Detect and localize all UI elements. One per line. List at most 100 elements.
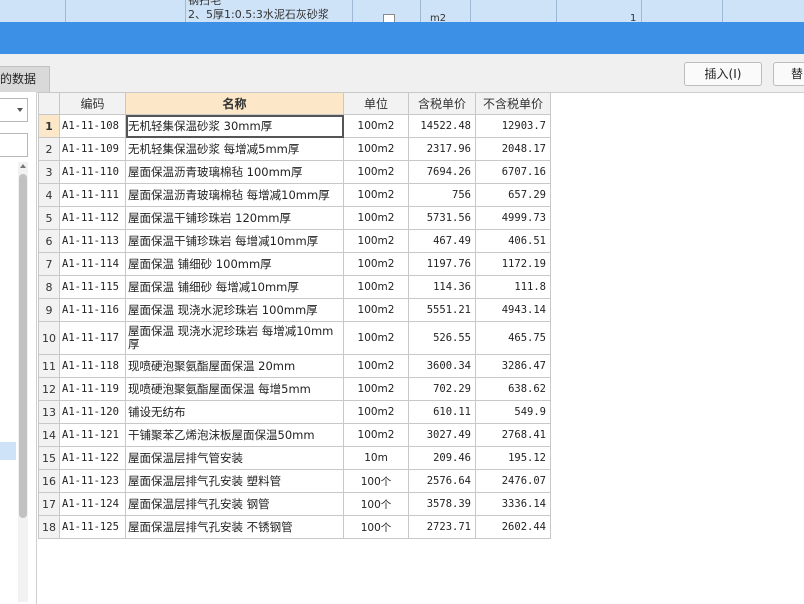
row-number[interactable]: 1 — [38, 114, 60, 138]
cell-price-tax[interactable]: 114.36 — [408, 275, 476, 299]
row-number[interactable]: 12 — [38, 377, 60, 401]
table-row[interactable]: 3 A1-11-110 屋面保温沥青玻璃棉毡 100mm厚 100m2 7694.26 6… — [38, 160, 551, 184]
cell-unit[interactable]: 100m2 — [343, 183, 409, 207]
cell-price-tax[interactable]: 7694.26 — [408, 160, 476, 184]
cell-price-tax[interactable]: 2723.71 — [408, 515, 476, 539]
cell-price-notax[interactable]: 1172.19 — [475, 252, 551, 276]
table-row[interactable]: 5 A1-11-112 屋面保温干铺珍珠岩 120mm厚 100m2 5731.56 49… — [38, 206, 551, 230]
table-row[interactable]: 6 A1-11-113 屋面保温干铺珍珠岩 每增减10mm厚 100m2 467.49 4… — [38, 229, 551, 253]
row-number[interactable]: 4 — [38, 183, 60, 207]
table-row[interactable]: 15 A1-11-122 屋面保温层排气管安装 10m 209.46 195.12 — [38, 446, 551, 470]
cell-unit[interactable]: 100m2 — [343, 321, 409, 355]
cell-price-notax[interactable]: 111.8 — [475, 275, 551, 299]
cell-unit[interactable]: 100m2 — [343, 354, 409, 378]
cell-code[interactable]: A1-11-111 — [59, 183, 126, 207]
cell-code[interactable]: A1-11-118 — [59, 354, 126, 378]
table-row[interactable]: 17 A1-11-124 屋面保温层排气孔安装 钢管 100个 3578.39 3336.… — [38, 492, 551, 516]
cell-unit[interactable]: 100m2 — [343, 160, 409, 184]
table-row[interactable]: 4 A1-11-111 屋面保温沥青玻璃棉毡 每增减10mm厚 100m2 756 657… — [38, 183, 551, 207]
cell-price-notax[interactable]: 12903.7 — [475, 114, 551, 138]
cell-price-tax[interactable]: 5551.21 — [408, 298, 476, 322]
row-number[interactable]: 17 — [38, 492, 60, 516]
cell-name[interactable]: 屋面保温层排气孔安装 钢管 — [125, 492, 344, 516]
cell-code[interactable]: A1-11-112 — [59, 206, 126, 230]
cell-code[interactable]: A1-11-119 — [59, 377, 126, 401]
cell-price-notax[interactable]: 406.51 — [475, 229, 551, 253]
row-number[interactable]: 3 — [38, 160, 60, 184]
table-row[interactable]: 11 A1-11-118 现喷硬泡聚氨酯屋面保温 20mm 100m2 3600.34 3… — [38, 354, 551, 378]
search-input[interactable] — [0, 133, 28, 157]
row-number[interactable]: 10 — [38, 321, 60, 355]
cell-code[interactable]: A1-11-121 — [59, 423, 126, 447]
cell-price-notax[interactable]: 465.75 — [475, 321, 551, 355]
cell-name[interactable]: 屋面保温 铺细砂 每增减10mm厚 — [125, 275, 344, 299]
cell-price-tax[interactable]: 467.49 — [408, 229, 476, 253]
table-row[interactable]: 1 A1-11-108 无机轻集保温砂浆 30mm厚 100m2 14522.48 129… — [38, 114, 551, 138]
cell-name[interactable]: 无机轻集保温砂浆 30mm厚 — [125, 114, 344, 138]
scroll-up-arrow-icon[interactable] — [20, 164, 26, 168]
cell-name[interactable]: 屋面保温层排气管安装 — [125, 446, 344, 470]
cell-unit[interactable]: 100m2 — [343, 206, 409, 230]
cell-price-notax[interactable]: 4943.14 — [475, 298, 551, 322]
cell-code[interactable]: A1-11-122 — [59, 446, 126, 470]
cell-price-tax[interactable]: 3578.39 — [408, 492, 476, 516]
row-number[interactable]: 2 — [38, 137, 60, 161]
cell-unit[interactable]: 10m — [343, 446, 409, 470]
header-unit[interactable]: 单位 — [343, 92, 409, 115]
row-number[interactable]: 16 — [38, 469, 60, 493]
cell-unit[interactable]: 100个 — [343, 469, 409, 493]
cell-unit[interactable]: 100m2 — [343, 229, 409, 253]
cell-name[interactable]: 屋面保温 铺细砂 100mm厚 — [125, 252, 344, 276]
table-row[interactable]: 9 A1-11-116 屋面保温 现浇水泥珍珠岩 100mm厚 100m2 5551.2… — [38, 298, 551, 322]
cell-price-tax[interactable]: 2317.96 — [408, 137, 476, 161]
cell-name[interactable]: 屋面保温 现浇水泥珍珠岩 100mm厚 — [125, 298, 344, 322]
cell-price-notax[interactable]: 638.62 — [475, 377, 551, 401]
cell-price-tax[interactable]: 526.55 — [408, 321, 476, 355]
cell-unit[interactable]: 100m2 — [343, 298, 409, 322]
insert-button[interactable]: 插入(I) — [684, 62, 762, 86]
cell-name[interactable]: 干铺聚苯乙烯泡沫板屋面保温50mm — [125, 423, 344, 447]
cell-name[interactable]: 屋面保温 现浇水泥珍珠岩 每增减10mm厚 — [125, 321, 344, 355]
cell-code[interactable]: A1-11-116 — [59, 298, 126, 322]
cell-name[interactable]: 屋面保温沥青玻璃棉毡 每增减10mm厚 — [125, 183, 344, 207]
row-number[interactable]: 8 — [38, 275, 60, 299]
header-name[interactable]: 名称 — [125, 92, 344, 115]
cell-price-notax[interactable]: 3286.47 — [475, 354, 551, 378]
selected-tree-node[interactable] — [0, 442, 16, 460]
row-number[interactable]: 14 — [38, 423, 60, 447]
table-row[interactable]: 18 A1-11-125 屋面保温层排气孔安装 不锈钢管 100个 2723.71 260… — [38, 515, 551, 539]
cell-unit[interactable]: 100m2 — [343, 423, 409, 447]
cell-code[interactable]: A1-11-110 — [59, 160, 126, 184]
cell-code[interactable]: A1-11-117 — [59, 321, 126, 355]
tab-data[interactable]: 的数据 — [0, 66, 50, 92]
cell-code[interactable]: A1-11-124 — [59, 492, 126, 516]
table-row[interactable]: 7 A1-11-114 屋面保温 铺细砂 100mm厚 100m2 1197.76 117… — [38, 252, 551, 276]
row-number[interactable]: 7 — [38, 252, 60, 276]
table-row[interactable]: 10 A1-11-117 屋面保温 现浇水泥珍珠岩 每增减10mm厚 100m2 526… — [38, 321, 551, 355]
cell-name[interactable]: 现喷硬泡聚氨酯屋面保温 20mm — [125, 354, 344, 378]
cell-code[interactable]: A1-11-125 — [59, 515, 126, 539]
replace-button[interactable]: 替 — [773, 62, 804, 86]
header-price-notax[interactable]: 不含税单价 — [475, 92, 551, 115]
cell-code[interactable]: A1-11-120 — [59, 400, 126, 424]
scrollbar-thumb[interactable] — [19, 174, 27, 518]
row-number[interactable]: 18 — [38, 515, 60, 539]
cell-price-notax[interactable]: 549.9 — [475, 400, 551, 424]
cell-price-tax[interactable]: 209.46 — [408, 446, 476, 470]
row-number[interactable]: 5 — [38, 206, 60, 230]
cell-price-notax[interactable]: 657.29 — [475, 183, 551, 207]
table-row[interactable]: 2 A1-11-109 无机轻集保温砂浆 每增减5mm厚 100m2 2317.96 20… — [38, 137, 551, 161]
cell-unit[interactable]: 100m2 — [343, 137, 409, 161]
cell-name[interactable]: 屋面保温干铺珍珠岩 120mm厚 — [125, 206, 344, 230]
upper-table-row[interactable]: 钢扫毛 2、5厚1:0.5:3水泥石灰砂浆 m2 1 — [0, 0, 804, 26]
cell-price-tax[interactable]: 756 — [408, 183, 476, 207]
cell-unit[interactable]: 100m2 — [343, 114, 409, 138]
cell-price-tax[interactable]: 610.11 — [408, 400, 476, 424]
cell-name[interactable]: 屋面保温层排气孔安装 塑料管 — [125, 469, 344, 493]
cell-unit[interactable]: 100个 — [343, 492, 409, 516]
cell-name[interactable]: 屋面保温沥青玻璃棉毡 100mm厚 — [125, 160, 344, 184]
row-number[interactable]: 15 — [38, 446, 60, 470]
header-code[interactable]: 编码 — [59, 92, 126, 115]
cell-price-notax[interactable]: 3336.14 — [475, 492, 551, 516]
cell-name[interactable]: 无机轻集保温砂浆 每增减5mm厚 — [125, 137, 344, 161]
